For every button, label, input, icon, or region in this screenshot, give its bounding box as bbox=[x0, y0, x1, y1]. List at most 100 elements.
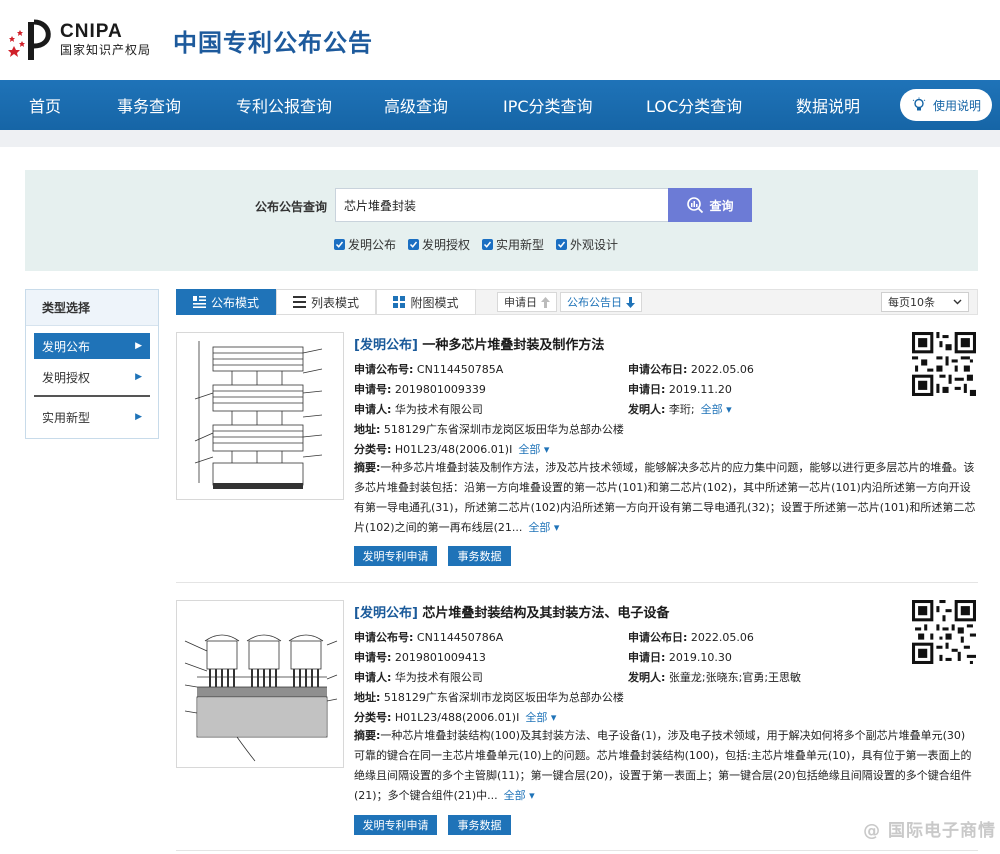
search-button[interactable]: 查询 bbox=[668, 188, 752, 222]
chevron-right-icon: ▶ bbox=[135, 372, 142, 382]
type-filter-checks: 发明公布 发明授权 实用新型 外观设计 bbox=[334, 236, 618, 253]
expand-abstract-link[interactable]: 全部 ▾ bbox=[504, 789, 535, 802]
sidebar-item-invention-grant[interactable]: 发明授权 ▶ bbox=[34, 364, 150, 390]
patent-drawing-thumbnail[interactable] bbox=[176, 600, 344, 768]
watermark-text: @ 国际电子商情 bbox=[863, 821, 996, 841]
qr-code-icon[interactable] bbox=[912, 332, 976, 396]
nav-advanced-query[interactable]: 高级查询 bbox=[384, 80, 448, 130]
field-pub-no: 申请公布号: CN114450785A bbox=[354, 363, 504, 376]
qr-code-icon[interactable] bbox=[912, 600, 976, 664]
list-icon bbox=[292, 296, 306, 308]
main-nav: 首页 事务查询 专利公报查询 高级查询 IPC分类查询 LOC分类查询 数据说明… bbox=[0, 80, 1000, 130]
result-abstract: 摘要:一种芯片堆叠封装结构(100)及其封装方法、电子设备(1)，涉及电子技术领… bbox=[354, 729, 972, 802]
field-inventor: 发明人: 李珩; 全部 ▾ bbox=[628, 403, 732, 416]
checkbox-checked-icon bbox=[334, 239, 345, 250]
field-pub-date: 申请公布日: 2022.05.06 bbox=[628, 631, 754, 644]
cnipa-logo[interactable]: CNIPA 国家知识产权局 bbox=[8, 16, 151, 64]
result-item: [发明公布] 一种多芯片堆叠封装及制作方法 申请公布号: CN114450785… bbox=[176, 332, 978, 572]
result-title[interactable]: [发明公布] 芯片堆叠封装结构及其封装方法、电子设备 bbox=[354, 602, 669, 621]
expand-class-link[interactable]: 全部 ▾ bbox=[525, 711, 556, 724]
result-abstract: 摘要:一种多芯片堆叠封装及制作方法，涉及芯片技术领域，能够解决多芯片的应力集中问… bbox=[354, 461, 976, 534]
field-app-date: 申请日: 2019.11.20 bbox=[628, 383, 732, 396]
nav-ipc-query[interactable]: IPC分类查询 bbox=[503, 80, 593, 130]
check-invention-grant[interactable]: 发明授权 bbox=[408, 236, 470, 253]
search-label: 公布公告查询 bbox=[255, 200, 328, 214]
invention-application-button[interactable]: 发明专利申请 bbox=[354, 546, 437, 566]
per-page-value: 每页10条 bbox=[888, 296, 935, 309]
sort-publication-date[interactable]: 公布公告日 bbox=[560, 292, 642, 312]
arrow-down-icon bbox=[626, 296, 635, 308]
check-invention-pub[interactable]: 发明公布 bbox=[334, 236, 396, 253]
field-class: 分类号: H01L23/488(2006.01)I 全部 ▾ bbox=[354, 711, 557, 724]
sidebar-item-utility-model[interactable]: 实用新型 ▶ bbox=[34, 404, 150, 430]
mode-label: 附图模式 bbox=[410, 295, 459, 310]
field-app-date: 申请日: 2019.10.30 bbox=[628, 651, 732, 664]
field-applicant: 申请人: 华为技术有限公司 bbox=[354, 671, 483, 684]
type-sidebar: 类型选择 发明公布 ▶ 发明授权 ▶ 实用新型 ▶ bbox=[25, 289, 159, 439]
search-input[interactable] bbox=[335, 188, 669, 222]
result-title-text: 芯片堆叠封装结构及其封装方法、电子设备 bbox=[422, 606, 670, 621]
help-label: 使用说明 bbox=[932, 98, 981, 113]
result-type-tag: [发明公布] bbox=[354, 606, 418, 621]
nav-data-notes[interactable]: 数据说明 bbox=[796, 80, 860, 130]
sidebar-title: 类型选择 bbox=[26, 290, 158, 326]
sidebar-divider bbox=[34, 395, 150, 397]
results-toolbar: 公布模式 列表模式 附图模式 申请日 公布公告日 每页10条 bbox=[176, 289, 978, 315]
cnipa-emblem-icon bbox=[8, 16, 56, 64]
checkbox-checked-icon bbox=[556, 239, 568, 250]
affairs-data-button[interactable]: 事务数据 bbox=[448, 815, 511, 835]
result-separator bbox=[176, 582, 978, 583]
result-title-text: 一种多芯片堆叠封装及制作方法 bbox=[422, 338, 605, 353]
sort-application-date[interactable]: 申请日 bbox=[497, 292, 557, 312]
chevron-right-icon: ▶ bbox=[135, 412, 142, 422]
field-applicant: 申请人: 华为技术有限公司 bbox=[354, 403, 483, 416]
nav-affairs-query[interactable]: 事务查询 bbox=[117, 80, 181, 130]
lightbulb-icon bbox=[912, 97, 926, 111]
check-label: 实用新型 bbox=[496, 238, 545, 252]
mode-list[interactable]: 列表模式 bbox=[276, 289, 376, 315]
field-class: 分类号: H01L23/48(2006.01)I 全部 ▾ bbox=[354, 443, 550, 456]
help-button[interactable]: 使用说明 bbox=[900, 89, 992, 121]
field-address: 地址: 518129广东省深圳市龙岗区坂田华为总部办公楼 bbox=[354, 423, 624, 436]
sidebar-item-invention-pub[interactable]: 发明公布 ▶ bbox=[34, 333, 150, 359]
sidebar-item-label: 实用新型 bbox=[42, 410, 91, 425]
chevron-down-icon bbox=[953, 299, 962, 305]
check-design[interactable]: 外观设计 bbox=[556, 236, 618, 253]
sort-label: 申请日 bbox=[504, 296, 537, 309]
logo-english: CNIPA bbox=[60, 21, 123, 42]
nav-gazette-query[interactable]: 专利公报查询 bbox=[236, 80, 332, 130]
doc-list-icon bbox=[192, 296, 206, 308]
result-item: [发明公布] 芯片堆叠封装结构及其封装方法、电子设备 申请公布号: CN1144… bbox=[176, 600, 978, 840]
search-chart-icon bbox=[687, 197, 704, 214]
mode-drawings[interactable]: 附图模式 bbox=[376, 289, 476, 315]
expand-inventors-link[interactable]: 全部 ▾ bbox=[701, 403, 732, 416]
site-title: 中国专利公布公告 bbox=[173, 28, 374, 57]
check-label: 外观设计 bbox=[570, 238, 619, 252]
chevron-right-icon: ▶ bbox=[135, 341, 142, 351]
grid-icon bbox=[393, 296, 406, 308]
sort-label: 公布公告日 bbox=[567, 296, 622, 309]
patent-drawing-thumbnail[interactable] bbox=[176, 332, 344, 500]
nav-home[interactable]: 首页 bbox=[29, 80, 61, 130]
field-address: 地址: 518129广东省深圳市龙岗区坂田华为总部办公楼 bbox=[354, 691, 624, 704]
chip-package-drawing bbox=[184, 634, 338, 762]
field-pub-date: 申请公布日: 2022.05.06 bbox=[628, 363, 754, 376]
mode-label: 列表模式 bbox=[310, 295, 359, 310]
affairs-data-button[interactable]: 事务数据 bbox=[448, 546, 511, 566]
sidebar-item-label: 发明公布 bbox=[42, 339, 91, 354]
field-app-no: 申请号: 2019801009339 bbox=[354, 383, 486, 396]
expand-class-link[interactable]: 全部 ▾ bbox=[518, 443, 549, 456]
mode-label: 公布模式 bbox=[210, 295, 259, 310]
check-utility-model[interactable]: 实用新型 bbox=[482, 236, 544, 253]
expand-abstract-link[interactable]: 全部 ▾ bbox=[528, 521, 559, 534]
invention-application-button[interactable]: 发明专利申请 bbox=[354, 815, 437, 835]
check-label: 发明授权 bbox=[422, 238, 471, 252]
result-separator bbox=[176, 850, 978, 851]
nav-loc-query[interactable]: LOC分类查询 bbox=[646, 80, 742, 130]
checkbox-checked-icon bbox=[482, 239, 494, 250]
per-page-select[interactable]: 每页10条 bbox=[881, 292, 969, 312]
field-pub-no: 申请公布号: CN114450786A bbox=[354, 631, 504, 644]
search-panel: 公布公告查询 查询 发明公布 发明授权 实用新型 外观设计 bbox=[25, 170, 978, 271]
mode-publication[interactable]: 公布模式 bbox=[176, 289, 276, 315]
result-title[interactable]: [发明公布] 一种多芯片堆叠封装及制作方法 bbox=[354, 334, 604, 353]
